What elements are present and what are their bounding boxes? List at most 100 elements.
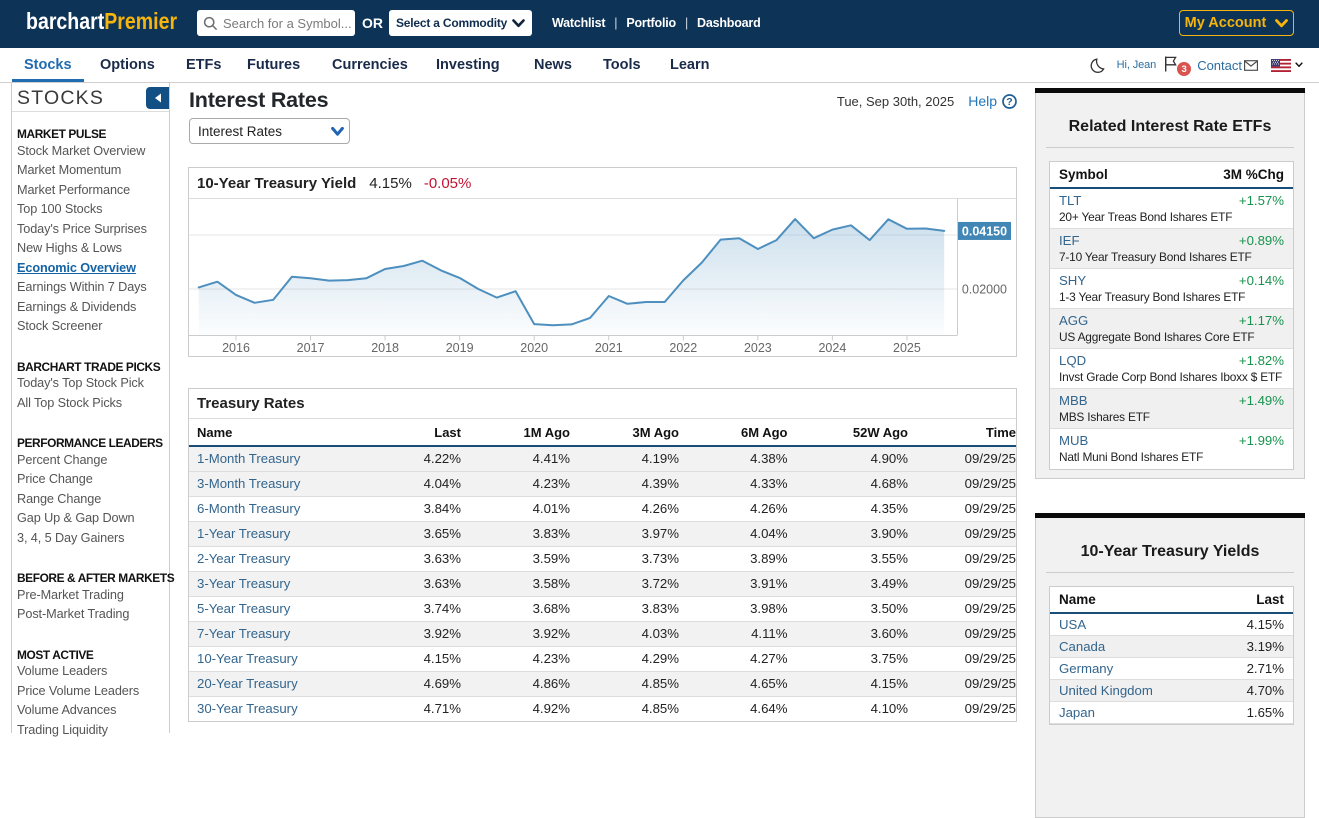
table-row: 3-Year Treasury3.63%3.58%3.72%3.91%3.49%…	[189, 571, 1016, 596]
yield-row: USA4.15%	[1050, 614, 1293, 636]
sidebar-item[interactable]: Economic Overview	[17, 259, 165, 279]
sidebar-item[interactable]: Stock Screener	[17, 317, 165, 337]
my-account-button[interactable]: My Account	[1179, 10, 1294, 36]
etf-symbol-link[interactable]: LQD	[1059, 353, 1086, 368]
sidebar-item[interactable]: Pre-Market Trading	[17, 586, 165, 606]
sidebar-item[interactable]: Market Performance	[17, 181, 165, 201]
etf-name: Natl Muni Bond Ishares ETF	[1059, 450, 1284, 464]
treasury-link[interactable]: 1-Month Treasury	[197, 451, 300, 466]
etf-symbol-link[interactable]: TLT	[1059, 193, 1081, 208]
table-row: 7-Year Treasury3.92%3.92%4.03%4.11%3.60%…	[189, 621, 1016, 646]
etf-symbol-link[interactable]: SHY	[1059, 273, 1086, 288]
us-flag-icon[interactable]	[1271, 59, 1291, 72]
table-cell: 3.97%	[570, 521, 679, 546]
sidebar-item[interactable]: Post-Market Trading	[17, 605, 165, 625]
user-greeting[interactable]: Hi, Jean	[1117, 59, 1157, 71]
sidebar-item[interactable]: Range Change	[17, 490, 165, 510]
treasury-link[interactable]: 10-Year Treasury	[197, 651, 298, 666]
treasury-link[interactable]: 7-Year Treasury	[197, 626, 290, 641]
notification-badge: 3	[1177, 62, 1191, 76]
sidebar-item[interactable]: Today's Top Stock Pick	[17, 374, 165, 394]
treasury-link[interactable]: 3-Year Treasury	[197, 576, 290, 591]
sidebar-item[interactable]: 3, 4, 5 Day Gainers	[17, 529, 165, 549]
sidebar-item[interactable]: Volume Advances	[17, 701, 165, 721]
watchlist-link[interactable]: Watchlist	[552, 16, 605, 30]
treasury-link[interactable]: 20-Year Treasury	[197, 676, 298, 691]
sidebar-item[interactable]: Today's Price Surprises	[17, 220, 165, 240]
language-caret-icon[interactable]	[1295, 62, 1303, 68]
table-cell: 4.23%	[461, 471, 570, 496]
x-axis-label: 2018	[371, 341, 399, 355]
nav-item-options[interactable]: Options	[88, 48, 167, 82]
treasury-yield-chart[interactable]: 2016201720182019202020212022202320242025…	[189, 199, 1016, 356]
treasury-yields-table: Name Last USA4.15%Canada3.19%Germany2.71…	[1049, 586, 1294, 725]
etf-symbol-link[interactable]: IEF	[1059, 233, 1080, 248]
notifications[interactable]: 3	[1164, 53, 1192, 77]
sidebar-item[interactable]: Gap Up & Gap Down	[17, 509, 165, 529]
sidebar-section-heading: BEFORE & AFTER MARKETS	[17, 571, 165, 585]
column-header[interactable]: Time	[908, 419, 1016, 446]
table-cell: 3.58%	[461, 571, 570, 596]
country-link[interactable]: United Kingdom	[1059, 683, 1153, 698]
country-link[interactable]: Germany	[1059, 661, 1113, 676]
treasury-link[interactable]: 3-Month Treasury	[197, 476, 300, 491]
table-cell: 4.68%	[788, 471, 909, 496]
dashboard-link[interactable]: Dashboard	[697, 16, 761, 30]
treasury-link[interactable]: 1-Year Treasury	[197, 526, 290, 541]
nav-item-news[interactable]: News	[522, 48, 584, 82]
view-select-dropdown[interactable]: Interest Rates	[189, 118, 350, 144]
sidebar-item[interactable]: Earnings Within 7 Days	[17, 278, 165, 298]
sidebar-menu: MARKET PULSEStock Market OverviewMarket …	[12, 112, 169, 740]
treasury-link[interactable]: 5-Year Treasury	[197, 601, 290, 616]
sidebar-item[interactable]: Stock Market Overview	[17, 142, 165, 162]
treasury-link[interactable]: 6-Month Treasury	[197, 501, 300, 516]
etf-symbol-link[interactable]: MUB	[1059, 433, 1088, 448]
envelope-icon[interactable]	[1244, 60, 1258, 71]
country-link[interactable]: Japan	[1059, 705, 1095, 720]
symbol-search-input[interactable]: Search for a Symbol...	[197, 10, 355, 36]
help-question-icon[interactable]: ?	[1002, 94, 1017, 109]
sidebar-item[interactable]: Earnings & Dividends	[17, 298, 165, 318]
column-header[interactable]: 52W Ago	[788, 419, 909, 446]
column-header[interactable]: 6M Ago	[679, 419, 788, 446]
commodity-select[interactable]: Select a Commodity	[389, 10, 532, 36]
treasury-link[interactable]: 30-Year Treasury	[197, 701, 298, 716]
barchart-logo[interactable]: barchartPremier	[26, 8, 177, 35]
sidebar-item[interactable]: All Top Stock Picks	[17, 394, 165, 414]
treasury-link[interactable]: 2-Year Treasury	[197, 551, 290, 566]
table-cell: 09/29/25	[908, 571, 1016, 596]
etf-change: +1.82%	[1239, 353, 1284, 368]
sidebar-item[interactable]: Price Change	[17, 470, 165, 490]
sidebar-item[interactable]: Price Volume Leaders	[17, 682, 165, 702]
help-link[interactable]: Help	[968, 93, 997, 109]
column-header[interactable]: Name	[189, 419, 352, 446]
dark-mode-moon-icon[interactable]	[1090, 58, 1105, 73]
sidebar-collapse-button[interactable]	[146, 87, 169, 109]
contact-link[interactable]: Contact	[1197, 58, 1242, 73]
nav-item-currencies[interactable]: Currencies	[320, 48, 420, 82]
sidebar-item[interactable]: Market Momentum	[17, 161, 165, 181]
nav-item-stocks[interactable]: Stocks	[12, 48, 84, 82]
sidebar-item[interactable]: Percent Change	[17, 451, 165, 471]
nav-item-tools[interactable]: Tools	[591, 48, 653, 82]
country-link[interactable]: Canada	[1059, 639, 1105, 654]
sidebar-item[interactable]: Volume Leaders	[17, 662, 165, 682]
etf-symbol-link[interactable]: MBB	[1059, 393, 1088, 408]
column-header[interactable]: 3M Ago	[570, 419, 679, 446]
nav-item-learn[interactable]: Learn	[658, 48, 722, 82]
country-link[interactable]: USA	[1059, 617, 1086, 632]
etf-symbol-link[interactable]: AGG	[1059, 313, 1088, 328]
nav-item-etfs[interactable]: ETFs	[174, 48, 233, 82]
treasury-yields-panel: 10-Year Treasury Yields Name Last USA4.1…	[1035, 518, 1305, 818]
sidebar-item[interactable]: Top 100 Stocks	[17, 200, 165, 220]
nav-item-futures[interactable]: Futures	[235, 48, 312, 82]
portfolio-link[interactable]: Portfolio	[626, 16, 676, 30]
sidebar-item[interactable]: New Highs & Lows	[17, 239, 165, 259]
sidebar-header: STOCKS	[12, 83, 169, 112]
column-header[interactable]: Last	[352, 419, 461, 446]
column-header[interactable]: 1M Ago	[461, 419, 570, 446]
nav-item-investing[interactable]: Investing	[424, 48, 512, 82]
sidebar-item[interactable]: Trading Liquidity	[17, 721, 165, 741]
sidebar-section-heading: BARCHART TRADE PICKS	[17, 360, 165, 374]
country-yield: 3.19%	[1247, 639, 1284, 654]
